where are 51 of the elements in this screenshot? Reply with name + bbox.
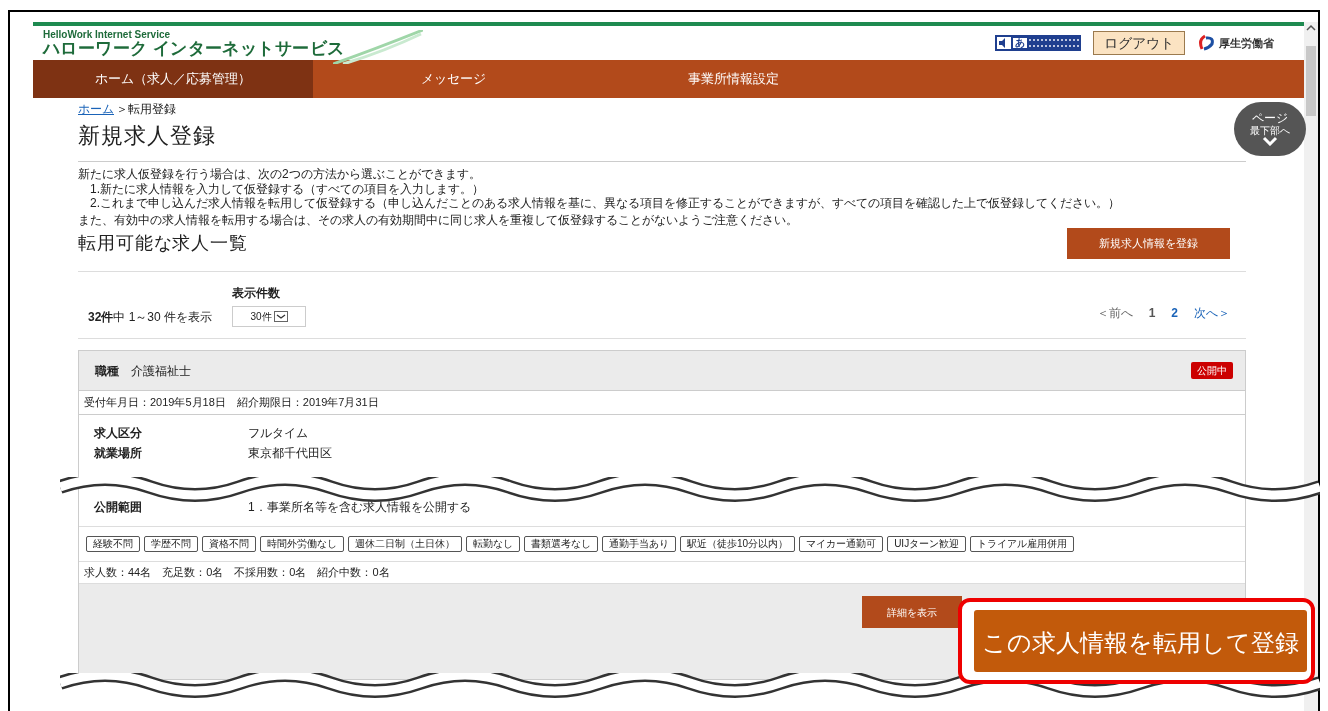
feature-tag: トライアル雇用併用 — [970, 536, 1075, 552]
date-info: 受付年月日：2019年5月18日 紹介期限日：2019年7月31日 — [79, 391, 1246, 415]
scrollbar-thumb[interactable] — [1306, 46, 1316, 116]
feature-tag: UIJターン歓迎 — [887, 536, 967, 552]
nav-tab[interactable]: ホーム（求人／応募管理） — [33, 60, 313, 98]
option-text: 2.これまで申し込んだ求人情報を転用して仮登録する（申し込んだことのある求人情報を基に、異なる項目を修正することができますが、すべての項目を確認した上で仮登録してください。） — [89, 196, 1121, 210]
scroll-up-icon[interactable] — [1306, 24, 1316, 32]
page-link[interactable]: 1 — [1148, 304, 1156, 322]
accessibility-tool-icon[interactable]: あ — [995, 35, 1082, 51]
page-bottom-button[interactable]: ページ 最下部へ — [1234, 102, 1307, 156]
section-title: 転用可能な求人一覧 — [78, 232, 249, 255]
dropdown-arrow-icon — [273, 310, 288, 322]
field-label: 就業場所 — [94, 445, 143, 462]
chevron-down-icon — [1262, 136, 1279, 146]
per-page-label: 表示件数 — [232, 284, 282, 302]
field-label: 公開範囲 — [94, 499, 143, 516]
note-text: また、有効中の求人情報を転用する場合は、その求人の有効期間中に同じ求人を重複して仮登録することがないようご注意ください。 — [78, 213, 799, 228]
previous-page-link[interactable]: ＜前へ — [1096, 304, 1133, 322]
ministry-name: 厚生労働省 — [1219, 35, 1275, 51]
option-text: 1.新たに求人情報を入力して仮登録する（すべての項目を入力します。） — [89, 182, 485, 196]
next-page-link[interactable]: 次へ＞ — [1194, 304, 1231, 322]
reuse-job-button[interactable]: この求人情報を転用して登録 — [974, 610, 1307, 672]
feature-tag: 書類選考なし — [524, 536, 598, 552]
breadcrumb-current: ＞転用登録 — [116, 101, 176, 118]
logout-button[interactable]: ログアウト — [1093, 31, 1186, 55]
feature-tag: 週休二日制（土日休） — [348, 536, 462, 552]
intro-text: 新たに求人仮登録を行う場合は、次の2つの方法から選ぶことができます。 — [78, 167, 482, 182]
feature-tag: 駅近（徒歩10分以内） — [680, 536, 796, 552]
field-value: 東京都千代田区 — [248, 445, 332, 462]
feature-tag: 転勤なし — [466, 536, 520, 552]
breadcrumb-link[interactable]: ホーム — [78, 100, 114, 118]
feature-tag: 時間外労働なし — [260, 536, 344, 552]
field-value: 1．事業所名等を含む求人情報を公開する — [248, 499, 471, 516]
occupation-value: 介護福祉士 — [131, 362, 191, 380]
detail-button[interactable]: 詳細を表示 — [862, 596, 963, 628]
new-job-button[interactable]: 新規求人情報を登録 — [1067, 228, 1231, 259]
per-page-select[interactable]: 30件 — [232, 305, 307, 327]
status-badge: 公開中 — [1191, 362, 1234, 379]
page-title: 新規求人登録 — [78, 122, 218, 150]
feature-tag: 学歴不問 — [144, 536, 198, 552]
feature-tag: マイカー通勤可 — [799, 536, 884, 552]
brand-subtitle: HelloWork Internet Service — [43, 29, 172, 40]
feature-tag: 資格不問 — [202, 536, 256, 552]
brand-title: ハローワーク インターネットサービス — [43, 39, 345, 57]
page-link[interactable]: 2 — [1171, 304, 1179, 322]
field-label: 求人区分 — [94, 425, 143, 442]
occupation-label: 職種 — [95, 362, 119, 380]
feature-tag: 経験不問 — [86, 536, 140, 552]
field-value: フルタイム — [248, 425, 308, 442]
feature-tag: 通勤手当あり — [602, 536, 676, 552]
result-count: 32件中 1～30 件を表示 — [88, 308, 213, 326]
